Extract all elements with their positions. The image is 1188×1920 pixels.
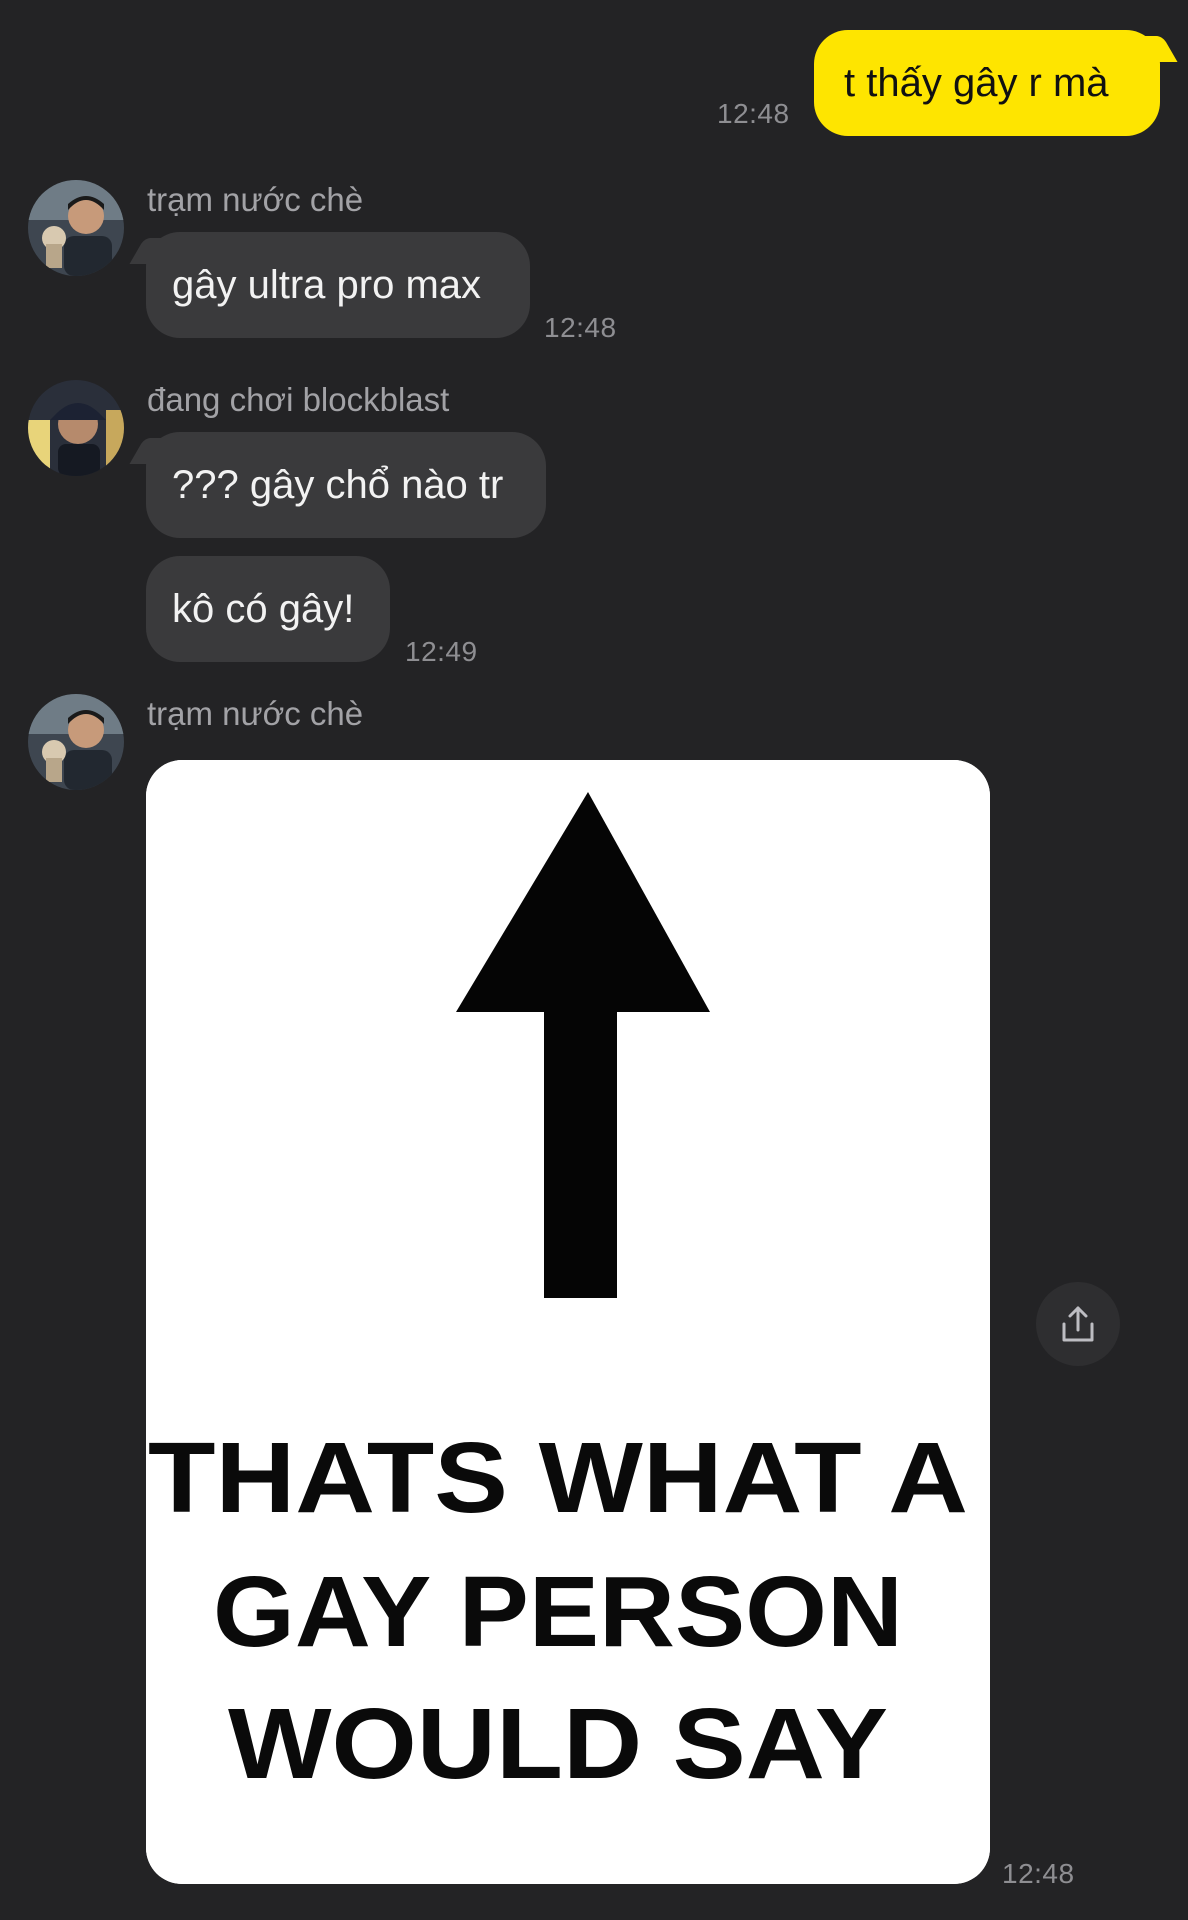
sender-name: đang chơi blockblast	[147, 381, 450, 418]
profile-photo-icon	[28, 180, 124, 276]
message-time: 12:48	[717, 98, 790, 129]
profile-photo-icon	[28, 380, 124, 476]
my-message-text: t thấy gây r mà	[844, 60, 1109, 105]
message-text: gây ultra pro max	[172, 262, 482, 307]
photo-attachment[interactable]: THATS WHAT A GAY PERSON WOULD SAY	[146, 760, 990, 1884]
message-time: 12:48	[544, 312, 617, 343]
profile-photo-icon	[28, 694, 124, 790]
message-text: kô có gây!	[172, 586, 355, 631]
share-button[interactable]	[1036, 1282, 1120, 1366]
avatar-dang[interactable]	[28, 380, 124, 476]
sender-name: trạm nước chè	[147, 695, 364, 732]
avatar-tram[interactable]	[28, 694, 124, 790]
message-text: ??? gây chổ nào tr	[172, 462, 504, 507]
my-message-bubble[interactable]: t thấy gây r mà	[814, 30, 1160, 136]
message-time: 12:49	[405, 636, 478, 667]
meme-caption-line-2: GAY PERSON	[213, 1556, 903, 1668]
message-bubble[interactable]: gây ultra pro max	[146, 232, 530, 338]
meme-caption-line-3: WOULD SAY	[228, 1688, 888, 1800]
message-time: 12:48	[1002, 1858, 1075, 1889]
meme-image: THATS WHAT A GAY PERSON WOULD SAY	[146, 760, 990, 1884]
message-bubble[interactable]: ??? gây chổ nào tr	[146, 432, 546, 538]
avatar-tram[interactable]	[28, 180, 124, 276]
sender-name: trạm nước chè	[147, 181, 364, 218]
chat-screen: 12:48 t thấy gây r mà trạm nước chè gây …	[0, 0, 1188, 1920]
meme-caption-line-1: THATS WHAT A	[148, 1422, 968, 1534]
share-icon	[1062, 1306, 1094, 1342]
message-bubble[interactable]: kô có gây!	[146, 556, 390, 662]
